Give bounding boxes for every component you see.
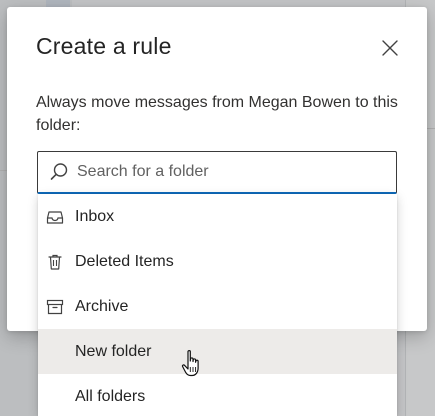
- close-button[interactable]: [379, 37, 401, 59]
- folder-label: Archive: [75, 297, 129, 315]
- folder-search-box[interactable]: [37, 151, 397, 194]
- inbox-icon: [45, 207, 65, 227]
- folder-dropdown-list: Inbox Deleted Items Archive New folder A…: [38, 194, 397, 416]
- folder-label: Inbox: [75, 207, 115, 225]
- archive-icon: [45, 297, 65, 317]
- screen: Create a rule Always move messages from …: [0, 0, 435, 416]
- trash-icon: [45, 252, 65, 272]
- folder-item-inbox[interactable]: Inbox: [38, 194, 397, 239]
- folder-item-archive[interactable]: Archive: [38, 284, 397, 329]
- search-icon: [48, 161, 70, 183]
- dialog-title: Create a rule: [36, 33, 172, 59]
- folder-label: Deleted Items: [75, 252, 174, 270]
- folder-item-deleted-items[interactable]: Deleted Items: [38, 239, 397, 284]
- folder-item-new-folder[interactable]: New folder: [38, 329, 397, 377]
- folder-label: All folders: [75, 387, 146, 405]
- folder-search-input[interactable]: [77, 163, 377, 181]
- close-icon: [382, 40, 398, 56]
- rule-instructions: Always move messages from Megan Bowen to…: [36, 94, 398, 134]
- folder-label: New folder: [75, 342, 152, 360]
- folder-item-all-folders[interactable]: All folders: [38, 374, 397, 416]
